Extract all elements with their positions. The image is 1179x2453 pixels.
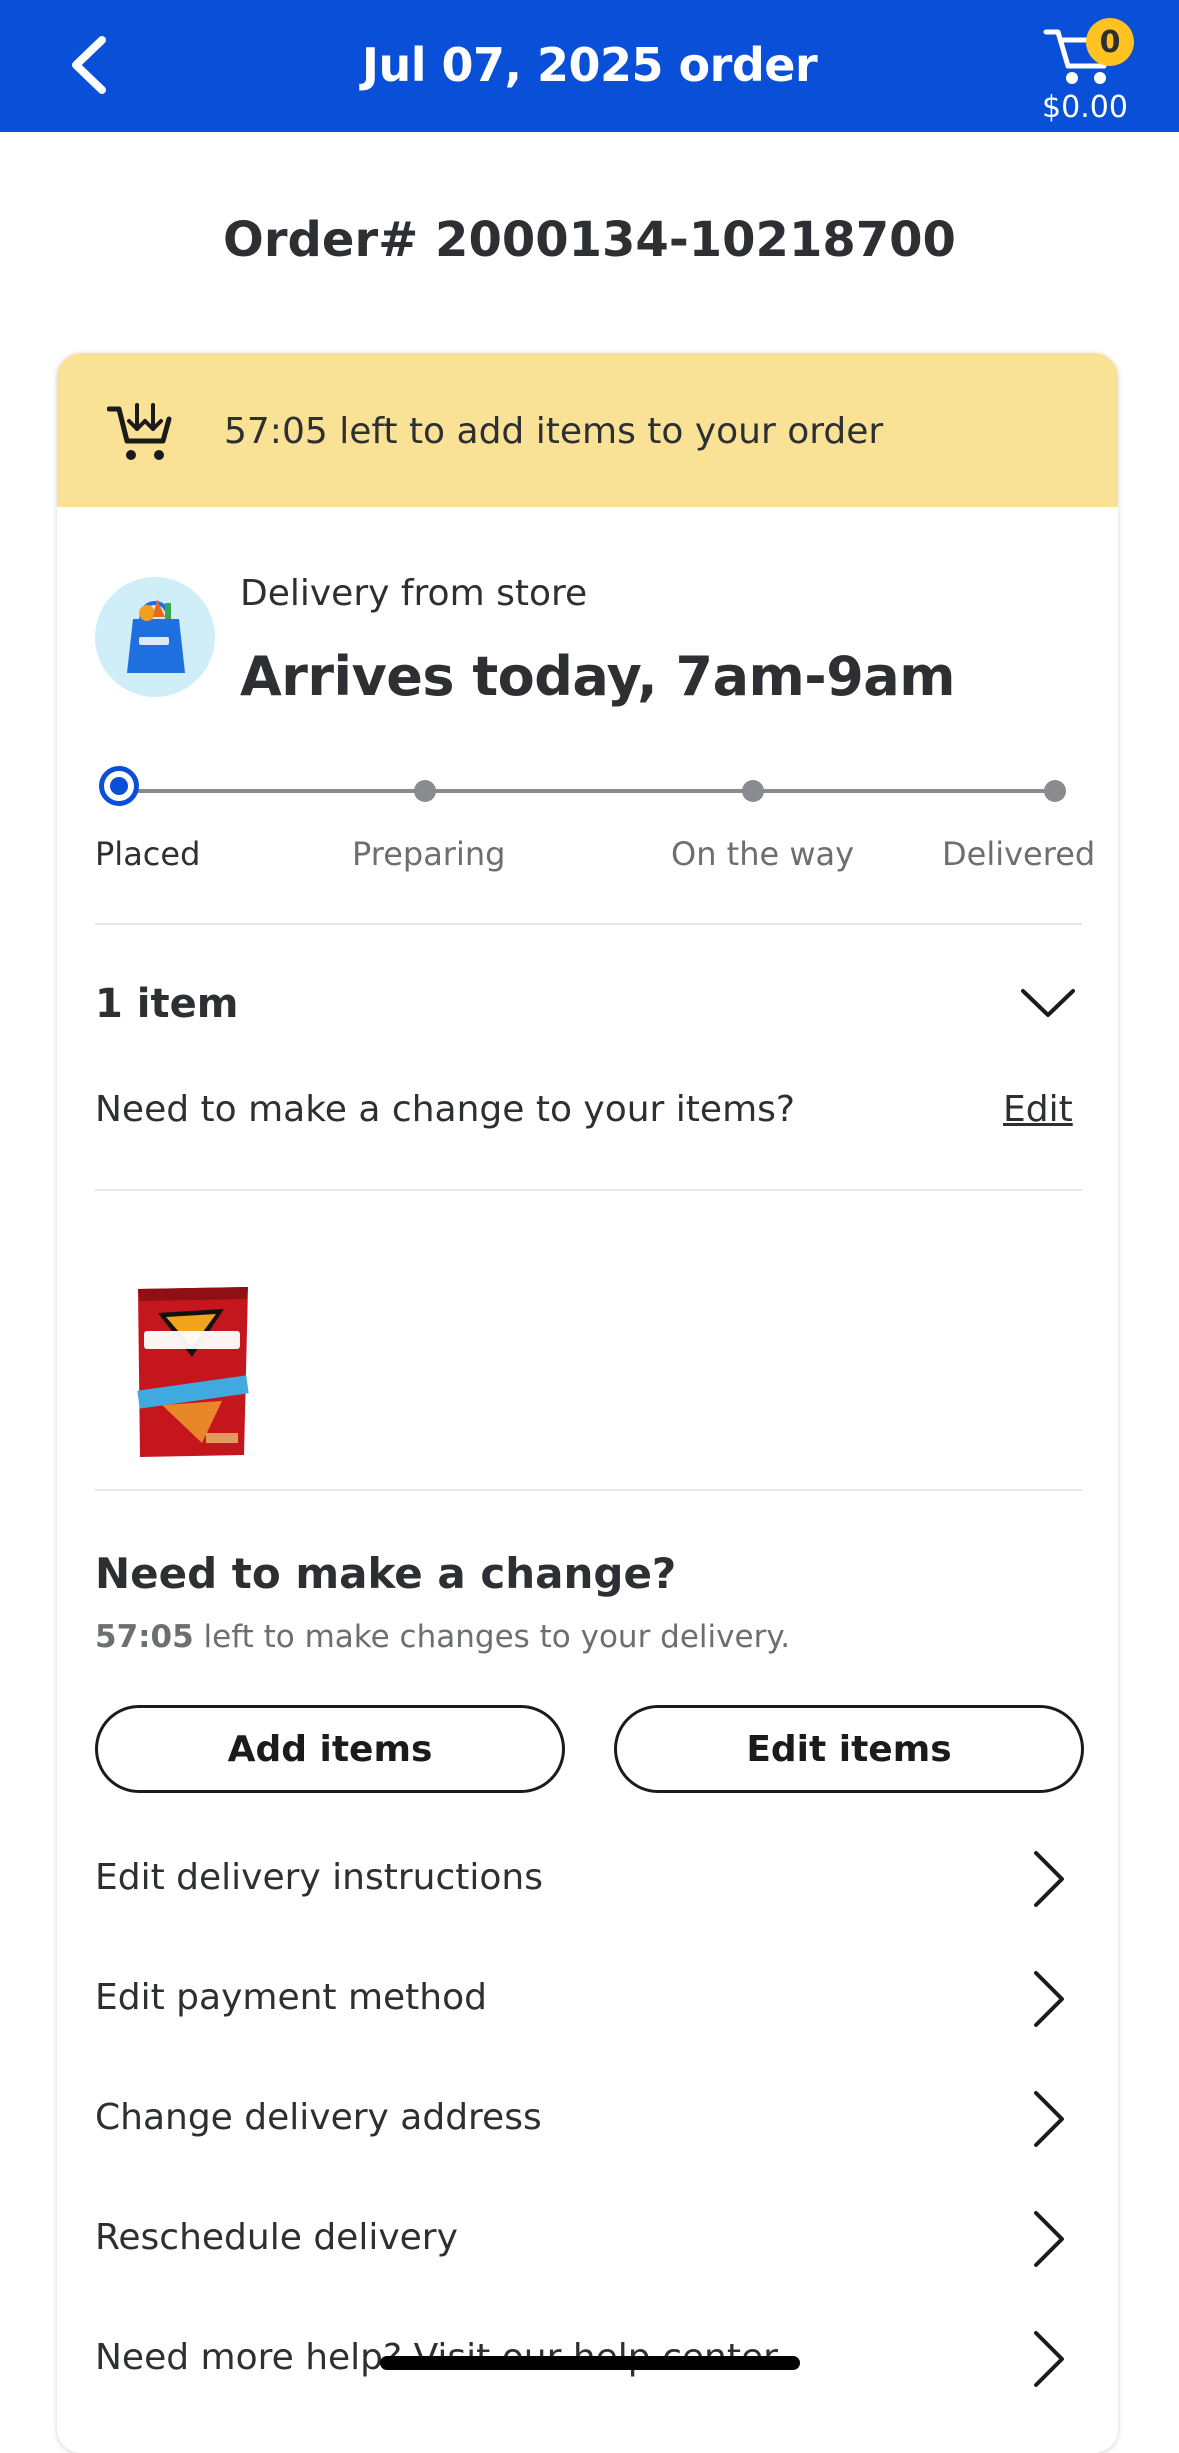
chevron-right-icon (1034, 1971, 1064, 2027)
progress-step-placed-indicator (99, 766, 139, 806)
top-bar: Jul 07, 2025 order 0 $0.00 (0, 0, 1179, 132)
progress-track (122, 789, 1057, 793)
cart-total: $0.00 (1042, 90, 1128, 125)
progress-step-placed-label: Placed (95, 835, 201, 873)
progress-step-delivered-label: Delivered (942, 835, 1096, 873)
action-row-label: Edit payment method (95, 1977, 487, 2018)
change-items-question: Need to make a change to your items? (95, 1089, 795, 1130)
change-subtitle-text: left to make changes to your delivery. (203, 1619, 791, 1655)
delivery-type-label: Delivery from store (240, 573, 588, 614)
change-time-left: 57:05 (95, 1619, 194, 1655)
home-indicator[interactable] (380, 2356, 800, 2370)
action-row-change-delivery-address[interactable]: Change delivery address (95, 2075, 1095, 2165)
progress-step-delivered-indicator (1044, 780, 1066, 802)
page-title: Jul 07, 2025 order (361, 38, 818, 92)
action-row-reschedule-delivery[interactable]: Reschedule delivery (95, 2195, 1095, 2285)
chevron-right-icon (1034, 2211, 1064, 2267)
action-row-edit-delivery-instructions[interactable]: Edit delivery instructions (95, 1835, 1095, 1925)
arrival-window: Arrives today, 7am-9am (240, 645, 955, 708)
edit-items-button[interactable]: Edit items (614, 1705, 1084, 1793)
expand-items-button[interactable] (1019, 985, 1077, 1021)
change-section-subtitle: 57:05 left to make changes to your deliv… (95, 1619, 790, 1655)
time-left-text: 57:05 left to add items to your order (224, 411, 884, 452)
order-number: Order# 2000134-10218700 (223, 212, 956, 268)
product-thumbnail[interactable] (132, 1283, 254, 1459)
change-section-title: Need to make a change? (95, 1549, 677, 1598)
chevron-right-icon (1034, 2331, 1064, 2387)
cart-count-badge: 0 (1086, 18, 1134, 66)
order-card: 57:05 left to add items to your order De… (57, 353, 1118, 2453)
action-row-label: Edit delivery instructions (95, 1857, 543, 1898)
walmart-bag-icon (95, 577, 215, 697)
divider (95, 923, 1082, 925)
chevron-right-icon (1034, 2091, 1064, 2147)
divider (95, 1489, 1082, 1491)
action-row-edit-payment-method[interactable]: Edit payment method (95, 1955, 1095, 2045)
progress-step-preparing-indicator (414, 780, 436, 802)
add-items-button[interactable]: Add items (95, 1705, 565, 1793)
action-row-label: Reschedule delivery (95, 2217, 458, 2258)
progress-step-on-the-way-label: On the way (671, 835, 855, 873)
cart-button[interactable]: 0 $0.00 (1030, 14, 1145, 129)
action-row-label: Change delivery address (95, 2097, 542, 2138)
items-count: 1 item (95, 981, 239, 1027)
progress-step-on-the-way-indicator (742, 780, 764, 802)
chevron-down-icon (1021, 989, 1075, 1017)
time-left-banner: 57:05 left to add items to your order (57, 353, 1118, 507)
cart-add-icon (107, 403, 172, 460)
edit-items-link[interactable]: Edit (1003, 1089, 1073, 1130)
chevron-right-icon (1034, 1851, 1064, 1907)
divider (95, 1189, 1082, 1191)
doritos-bag-image (137, 1287, 249, 1457)
progress-step-preparing-label: Preparing (352, 835, 506, 873)
